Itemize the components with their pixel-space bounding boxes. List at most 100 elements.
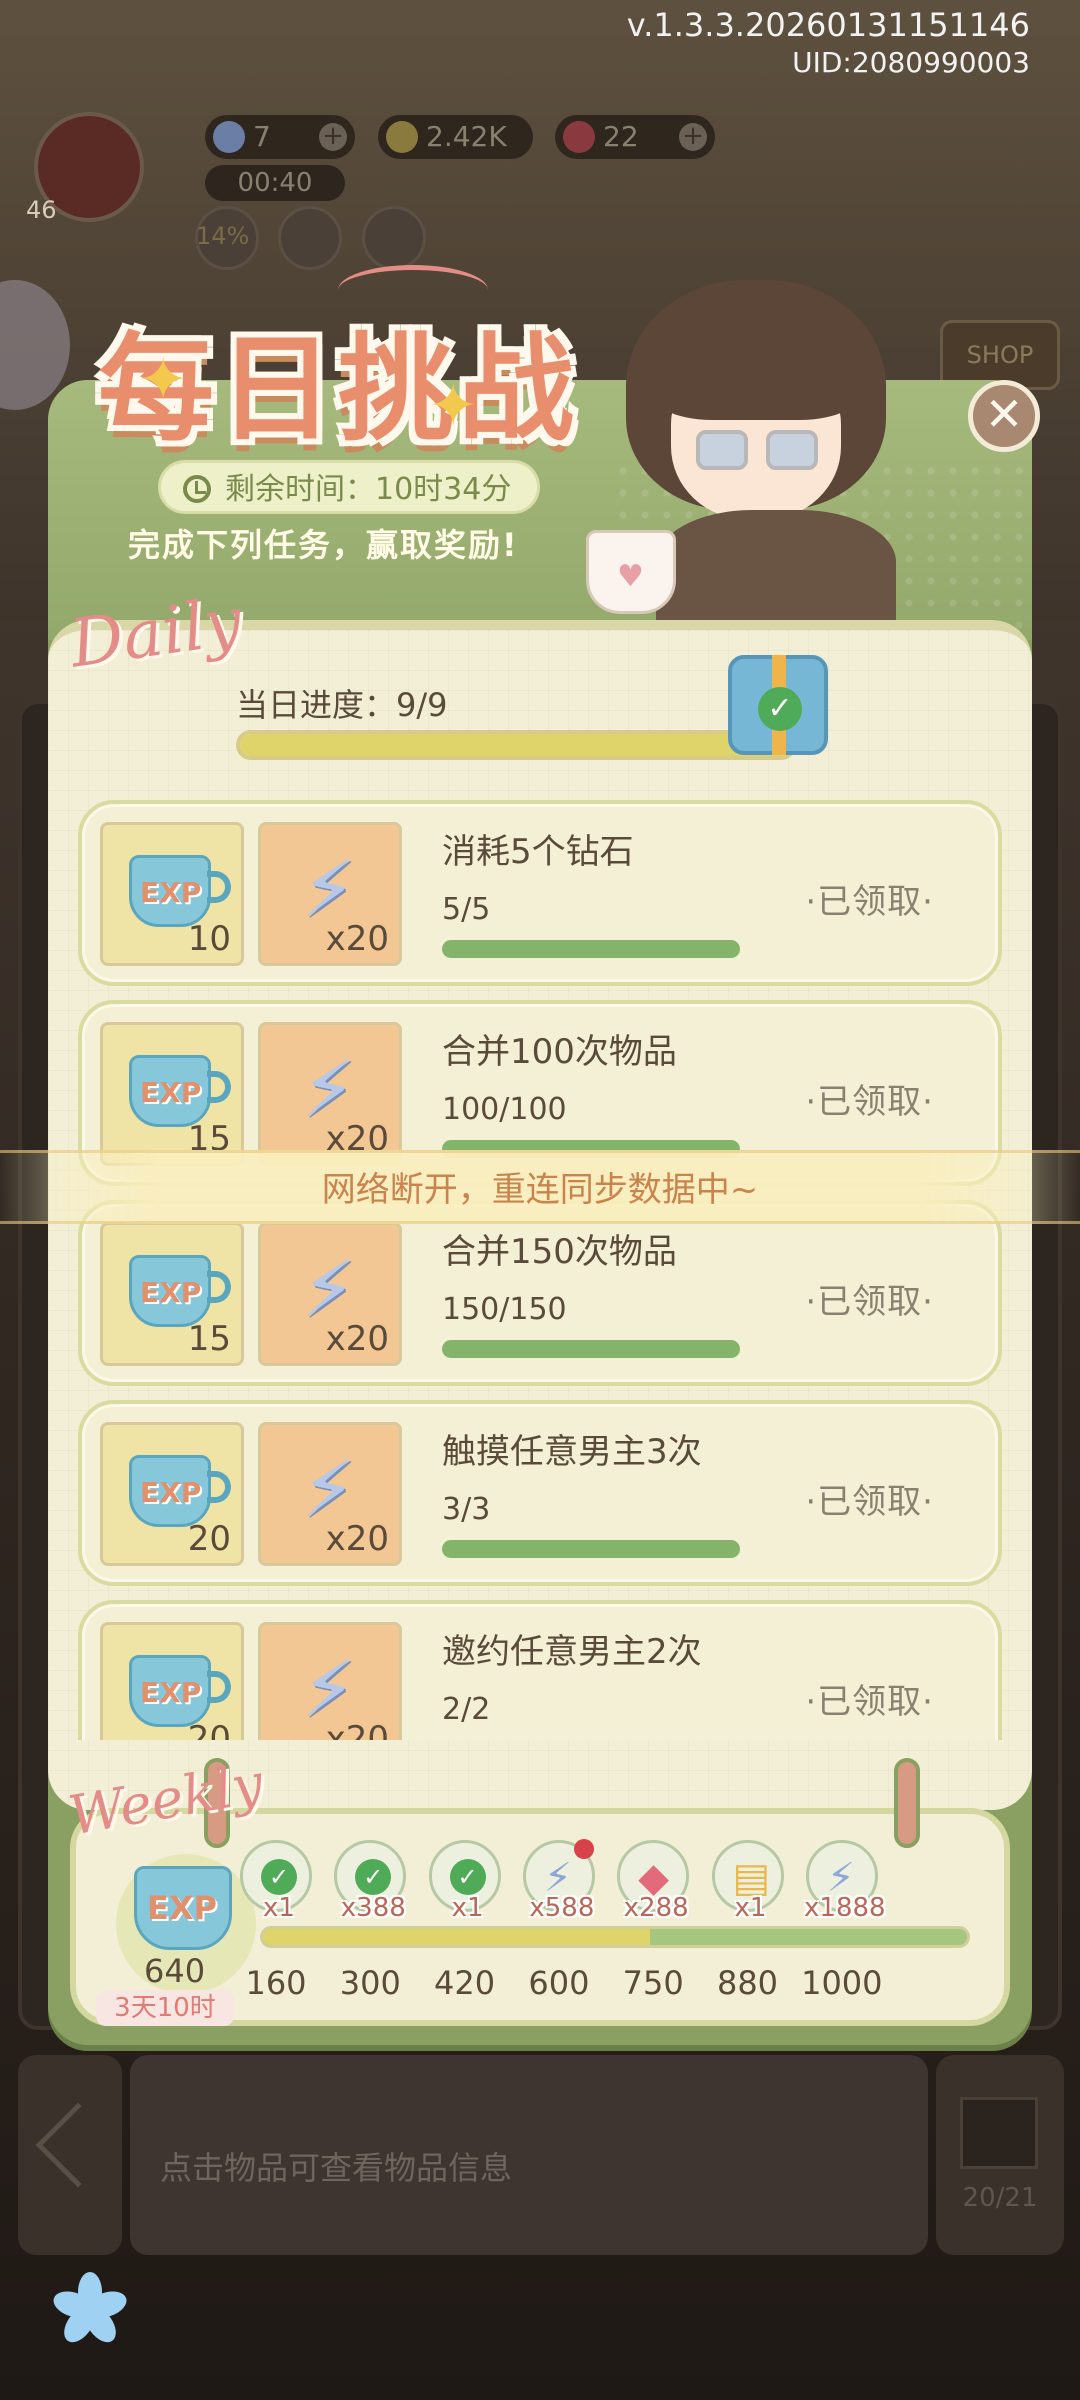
- chevron-left-icon: [35, 2102, 121, 2188]
- add-gem-button[interactable]: +: [679, 123, 707, 151]
- remaining-time-text: 剩余时间：10时34分: [225, 472, 512, 507]
- exp-mug-icon: EXP: [129, 1055, 211, 1127]
- weekly-milestone[interactable]: ✓ x1 160: [240, 1840, 312, 2002]
- mug-handle: [207, 871, 231, 903]
- energy-amount: x20: [325, 919, 389, 959]
- exp-mug-icon: EXP: [134, 1866, 232, 1950]
- item-info-box: 点击物品可查看物品信息: [130, 2055, 928, 2255]
- check-icon: ✓: [261, 1859, 297, 1895]
- exp-reward[interactable]: EXP 15: [100, 1222, 244, 1366]
- task-status: ·已领取·: [805, 882, 934, 922]
- flower-menu-icon[interactable]: [50, 2270, 130, 2350]
- daily-progress-label: 当日进度：9/9: [236, 686, 448, 724]
- locked-slot-1[interactable]: [278, 206, 342, 270]
- energy-timer: 00:40: [205, 165, 345, 201]
- weekly-milestone[interactable]: ✓ x388 300: [334, 1840, 407, 2002]
- exp-amount: 20: [187, 1519, 231, 1559]
- weekly-time-left: 3天10时: [96, 1990, 234, 2026]
- exp-amount: 10: [187, 919, 231, 959]
- energy-bolt-icon: [213, 121, 245, 153]
- mug-handle: [207, 1271, 231, 1303]
- check-icon: ✓: [355, 1859, 392, 1895]
- locked-slot-2[interactable]: [362, 206, 426, 270]
- exp-amount: 20: [187, 1719, 231, 1740]
- energy-reward[interactable]: ⚡ x20: [258, 1022, 402, 1166]
- task-progress: 5/5: [442, 892, 491, 927]
- daily-progress-fill: [240, 734, 792, 756]
- exp-reward[interactable]: EXP 20: [100, 1622, 244, 1740]
- task-status: ·已领取·: [805, 1482, 934, 1522]
- inventory-button[interactable]: 20/21: [936, 2055, 1064, 2255]
- task-progress: 3/3: [442, 1492, 491, 1527]
- task-progress-bar: [442, 1340, 740, 1358]
- event-percent: 14%: [196, 222, 250, 250]
- milestone-reward: ⚡ x1888: [804, 1840, 886, 1923]
- gem-counter[interactable]: 22 +: [555, 115, 715, 159]
- sparkle-icon: ✦: [428, 371, 479, 441]
- milestone-reward: ⚡ x588: [522, 1839, 595, 1923]
- energy-reward[interactable]: ⚡ x20: [258, 822, 402, 966]
- weekly-milestone[interactable]: ▤ x1 880: [711, 1840, 784, 2002]
- daily-gift-box[interactable]: ✓: [728, 655, 828, 755]
- exp-reward[interactable]: EXP 15: [100, 1022, 244, 1166]
- uid-text: UID:2080990003: [792, 46, 1030, 79]
- task-list[interactable]: EXP 10 ⚡ x20 消耗5个钻石 5/5 ·已领取· EXP 15 ⚡ x…: [78, 800, 1002, 1740]
- energy-counter[interactable]: 7 +: [205, 115, 355, 159]
- energy-reward[interactable]: ⚡ x20: [258, 1622, 402, 1740]
- task-progress: 100/100: [442, 1092, 567, 1127]
- check-icon: ✓: [758, 687, 802, 731]
- milestone-reward: ▤ x1: [711, 1840, 784, 1923]
- coin-icon: [386, 121, 418, 153]
- energy-reward[interactable]: ⚡ x20: [258, 1222, 402, 1366]
- milestone-reward: ✓ x388: [334, 1840, 407, 1923]
- gem-icon: [563, 121, 595, 153]
- exp-mug-icon: EXP: [129, 1455, 211, 1527]
- weekly-panel: Weekly EXP 640 3天10时 ✓ x1 160 ✓ x388 300 ✓ x1 42…: [64, 1752, 1010, 2026]
- milestone-reward: ✓ x1: [240, 1840, 312, 1923]
- daily-progress-bar: [236, 730, 796, 760]
- task-progress-bar: [442, 1540, 740, 1558]
- task-name: 合并100次物品: [442, 1032, 677, 1072]
- glasses-right: [766, 430, 818, 470]
- exp-amount: 15: [187, 1319, 231, 1359]
- back-button[interactable]: [18, 2055, 122, 2255]
- version-info: v.1.3.3.20260131151146 UID:2080990003: [627, 6, 1030, 82]
- character-bangs: [646, 310, 866, 420]
- mug-handle: [207, 1471, 231, 1503]
- task-name: 消耗5个钻石: [442, 832, 634, 872]
- glasses-left: [696, 430, 748, 470]
- weekly-progress-fill: [263, 1929, 651, 1945]
- heart-icon: ♥: [617, 559, 644, 594]
- task-status: ·已领取·: [805, 1282, 934, 1322]
- coin-counter[interactable]: 2.42K: [378, 115, 533, 159]
- weekly-milestone[interactable]: ✓ x1 420: [428, 1840, 501, 2002]
- energy-amount: x20: [325, 1519, 389, 1559]
- milestone-reward: ✓ x1: [428, 1840, 501, 1923]
- panel-pin: [894, 1758, 920, 1848]
- coffee-cup: ♥: [586, 530, 676, 614]
- exp-mug-icon: EXP: [129, 855, 211, 927]
- modal-title-wrap: 每日挑战 ✦ ✦: [68, 265, 628, 475]
- weekly-milestone[interactable]: ◆ x288 750: [617, 1840, 690, 2002]
- weekly-milestone[interactable]: ⚡ x588 600: [522, 1839, 595, 2002]
- energy-value: 7: [253, 120, 271, 153]
- mug-handle: [207, 1671, 231, 1703]
- exp-reward[interactable]: EXP 10: [100, 822, 244, 966]
- item-info-text: 点击物品可查看物品信息: [160, 2149, 513, 2187]
- exp-reward[interactable]: EXP 20: [100, 1422, 244, 1566]
- add-energy-button[interactable]: +: [319, 123, 347, 151]
- close-button[interactable]: ✕: [968, 380, 1040, 452]
- task-name: 合并150次物品: [442, 1232, 677, 1272]
- player-level: 46: [26, 196, 57, 224]
- clock-icon: [183, 475, 211, 503]
- weekly-milestone[interactable]: ⚡ x1888 1000: [801, 1840, 886, 2002]
- notification-dot: [573, 1839, 594, 1859]
- task-card: EXP 15 ⚡ x20 合并150次物品 150/150 ·已领取·: [78, 1200, 1002, 1386]
- milestone-reward: ◆ x288: [617, 1840, 690, 1923]
- energy-amount: x20: [325, 1319, 389, 1359]
- check-icon: ✓: [449, 1859, 486, 1895]
- sparkle-icon: ✦: [138, 345, 189, 415]
- modal-subtitle: 完成下列任务，赢取奖励!: [128, 526, 519, 564]
- energy-reward[interactable]: ⚡ x20: [258, 1422, 402, 1566]
- task-status: ·已领取·: [805, 1082, 934, 1122]
